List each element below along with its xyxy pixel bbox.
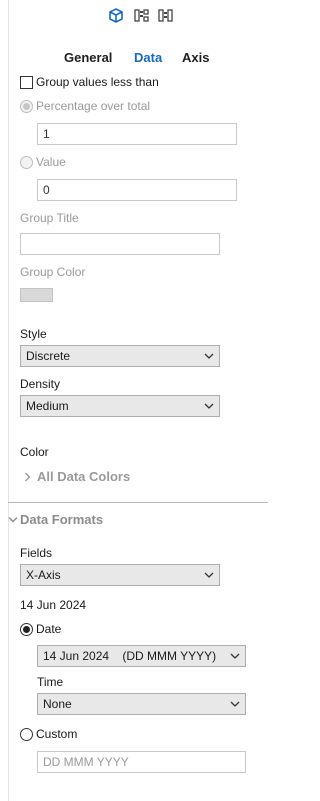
tab-general[interactable]: General (64, 50, 112, 65)
panel-left-border (8, 0, 9, 801)
percentage-input[interactable]: 1 (37, 123, 237, 145)
percentage-label: Percentage over total (36, 99, 151, 113)
value-input[interactable]: 0 (37, 179, 237, 201)
all-data-colors-expander[interactable]: All Data Colors (24, 469, 164, 487)
date-radio[interactable] (20, 623, 33, 636)
style-select[interactable]: Discrete (20, 345, 220, 367)
style-select-value: Discrete (26, 349, 71, 363)
chevron-down-icon (204, 572, 214, 578)
time-select[interactable]: None (37, 693, 246, 715)
time-select-value: None (43, 697, 72, 711)
chevron-down-icon (230, 701, 240, 707)
value-radio[interactable] (20, 156, 33, 169)
group-values-label: Group values less than (36, 75, 159, 89)
fields-select[interactable]: X-Axis (20, 564, 220, 586)
format-preview-text: 14 Jun 2024 (20, 598, 87, 612)
density-select[interactable]: Medium (20, 395, 220, 417)
data-formats-label: Data Formats (20, 512, 104, 527)
custom-label: Custom (36, 727, 78, 741)
date-format-value: 14 Jun 2024 (DD MMM YYYY) (43, 649, 217, 663)
chart-type-toolbar (109, 8, 175, 24)
chevron-down-icon (230, 653, 240, 659)
chart-columns-icon[interactable] (158, 9, 173, 22)
fields-select-value: X-Axis (26, 568, 61, 582)
color-label: Color (20, 445, 49, 459)
style-label: Style (20, 327, 47, 341)
date-format-select[interactable]: 14 Jun 2024 (DD MMM YYYY) (37, 645, 246, 667)
custom-radio[interactable] (20, 728, 33, 741)
group-color-swatch[interactable] (20, 288, 53, 302)
section-divider (8, 502, 268, 503)
chevron-down-icon (204, 353, 214, 359)
density-select-value: Medium (26, 399, 69, 413)
value-label: Value (36, 155, 66, 169)
data-formats-header[interactable]: Data Formats (8, 511, 148, 529)
date-label: Date (36, 622, 62, 636)
density-label: Density (20, 377, 61, 391)
percentage-radio[interactable] (20, 100, 33, 113)
tab-axis[interactable]: Axis (182, 50, 209, 65)
tab-data[interactable]: Data (134, 50, 162, 65)
cube-icon[interactable] (109, 8, 123, 23)
custom-format-input[interactable]: DD MMM YYYY (37, 751, 246, 773)
chevron-down-icon (204, 403, 214, 409)
chevron-right-icon (25, 472, 31, 482)
group-title-input[interactable] (20, 233, 220, 255)
fields-label: Fields (20, 546, 53, 560)
all-data-colors-label: All Data Colors (37, 469, 131, 484)
time-label: Time (37, 675, 64, 689)
group-title-label: Group Title (20, 211, 79, 225)
group-color-label: Group Color (20, 265, 86, 279)
chart-series-icon[interactable] (134, 9, 149, 22)
chevron-down-icon (8, 517, 18, 523)
group-values-checkbox[interactable] (20, 76, 33, 89)
